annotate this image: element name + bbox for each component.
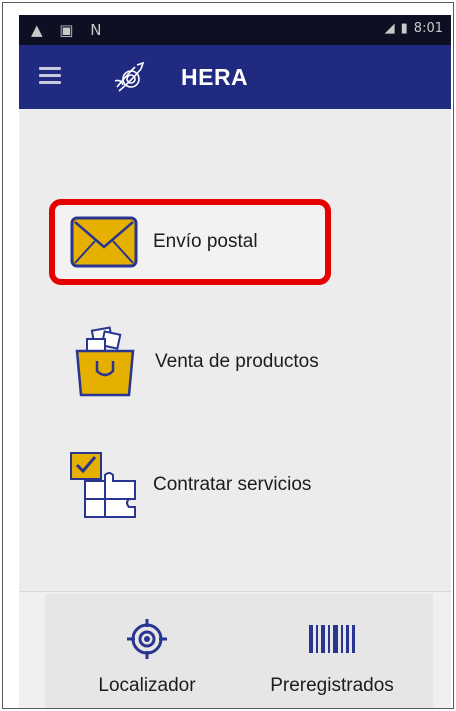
menu-item-label: Envío postal: [153, 231, 258, 252]
bottom-nav-localizador[interactable]: Localizador: [87, 617, 207, 697]
menu-item-label: Venta de productos: [155, 351, 319, 372]
status-bar: ▲ ▣ N ◢ ▮ 8:01: [19, 15, 451, 45]
menu-item-venta-productos[interactable]: Venta de productos: [73, 325, 319, 399]
hamburger-menu-icon[interactable]: [39, 67, 61, 85]
status-time: 8:01: [413, 21, 443, 36]
signal-icon: ◢: [384, 21, 395, 36]
bottom-nav-label: Preregistrados: [270, 675, 394, 696]
envelope-icon: [70, 216, 138, 268]
puzzle-icon: [70, 452, 136, 518]
phone-frame: ▲ ▣ N ◢ ▮ 8:01 HERA Envío postal Venta d…: [2, 2, 454, 709]
bottom-nav-preregistrados[interactable]: Preregistrados: [257, 617, 407, 697]
status-right: ◢ ▮ 8:01: [385, 21, 443, 36]
app-title: HERA: [181, 64, 249, 90]
battery-icon: ▮: [400, 21, 408, 36]
status-left-icons: ▲ ▣ N: [31, 21, 108, 39]
menu-item-envio-postal[interactable]: Envío postal: [69, 215, 258, 269]
target-icon: [127, 619, 167, 659]
app-bar: HERA: [19, 45, 451, 109]
bottom-nav-label: Localizador: [98, 675, 196, 696]
menu-item-contratar-servicios[interactable]: Contratar servicios: [69, 449, 311, 521]
menu-item-label: Contratar servicios: [153, 474, 312, 495]
barcode-icon: [309, 625, 355, 653]
hera-logo-icon: [114, 61, 145, 92]
shopping-bag-icon: [75, 326, 135, 397]
